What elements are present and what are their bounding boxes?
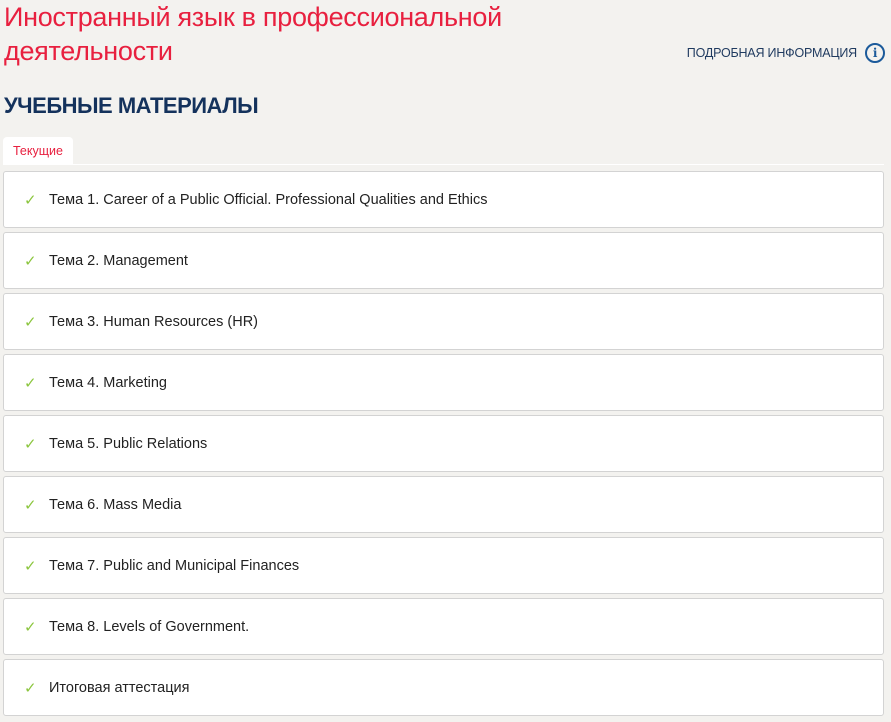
tab-bar: Текущие — [3, 137, 884, 165]
check-icon: ✓ — [24, 557, 37, 575]
info-icon: i — [865, 43, 885, 63]
check-icon: ✓ — [24, 252, 37, 270]
check-icon: ✓ — [24, 313, 37, 331]
item-label: Тема 7. Public and Municipal Finances — [49, 557, 300, 574]
list-item[interactable]: ✓ Итоговая аттестация — [3, 659, 884, 716]
list-item[interactable]: ✓ Тема 5. Public Relations — [3, 415, 884, 472]
list-item[interactable]: ✓ Тема 1. Career of a Public Official. Pr… — [3, 171, 884, 228]
more-info-link[interactable]: ПОДРОБНАЯ ИНФОРМАЦИЯ i — [687, 43, 885, 63]
list-item[interactable]: ✓ Тема 6. Mass Media — [3, 476, 884, 533]
item-label: Тема 6. Mass Media — [49, 496, 182, 513]
check-icon: ✓ — [24, 374, 37, 392]
list-item[interactable]: ✓ Тема 4. Marketing — [3, 354, 884, 411]
check-icon: ✓ — [24, 435, 37, 453]
item-label: Тема 1. Career of a Public Official. Pro… — [49, 191, 488, 208]
materials-list: ✓ Тема 1. Career of a Public Official. Pr… — [3, 171, 884, 720]
item-label: Тема 2. Management — [49, 252, 188, 269]
more-info-label: ПОДРОБНАЯ ИНФОРМАЦИЯ — [686, 46, 857, 60]
section-title: УЧЕБНЫЕ МАТЕРИАЛЫ — [4, 93, 259, 118]
item-label: Итоговая аттестация — [49, 679, 190, 696]
check-icon: ✓ — [24, 191, 37, 209]
item-label: Тема 3. Human Resources (HR) — [49, 313, 258, 330]
check-icon: ✓ — [24, 496, 37, 514]
list-item[interactable]: ✓ Тема 3. Human Resources (HR) — [3, 293, 884, 350]
check-icon: ✓ — [24, 618, 37, 636]
item-label: Тема 8. Levels of Government. — [49, 618, 250, 635]
item-label: Тема 4. Marketing — [49, 374, 167, 391]
list-item[interactable]: ✓ Тема 2. Management — [3, 232, 884, 289]
list-item[interactable]: ✓ Тема 7. Public and Municipal Finances — [3, 537, 884, 594]
list-item[interactable]: ✓ Тема 8. Levels of Government. — [3, 598, 884, 655]
check-icon: ✓ — [24, 679, 37, 697]
item-label: Тема 5. Public Relations — [49, 435, 208, 452]
page-title: Иностранный язык в профессиональной деят… — [4, 2, 502, 66]
tab-current[interactable]: Текущие — [3, 137, 73, 164]
